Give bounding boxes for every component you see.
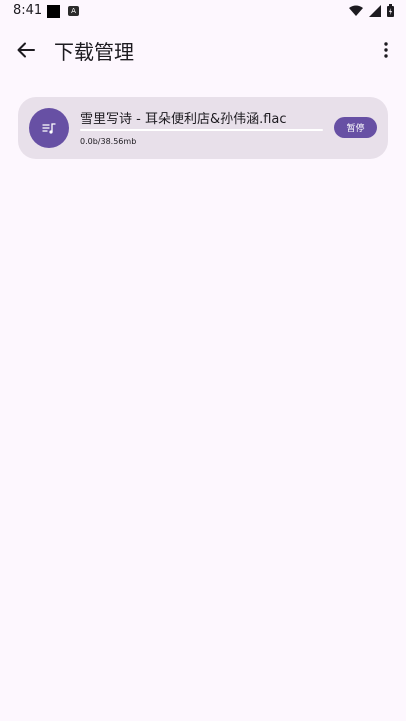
arrow-left-icon [17,42,35,58]
app-bar: 下载管理 [0,24,406,76]
a-icon: A [68,6,79,16]
download-size: 0.0b/38.56mb [80,137,137,146]
battery-icon [387,4,394,17]
download-progress-bar [80,129,323,131]
pause-button[interactable]: 暂停 [334,117,377,138]
page-title: 下载管理 [54,40,134,64]
more-options-button[interactable] [374,34,398,66]
signal-icon [369,4,381,17]
download-file-name: 雪里写诗 - 耳朵便利店&孙伟涵.flac [80,112,287,127]
wifi-icon [349,5,363,16]
square-icon [47,5,60,18]
download-item-card[interactable]: 雪里写诗 - 耳朵便利店&孙伟涵.flac 0.0b/38.56mb 暂停 [18,97,388,159]
music-list-icon [29,108,69,148]
status-bar: 8:41 A [0,0,406,24]
back-button[interactable] [10,34,42,66]
status-right-icons [349,4,394,17]
status-time: 8:41 [13,3,43,18]
more-vert-icon [384,42,388,58]
